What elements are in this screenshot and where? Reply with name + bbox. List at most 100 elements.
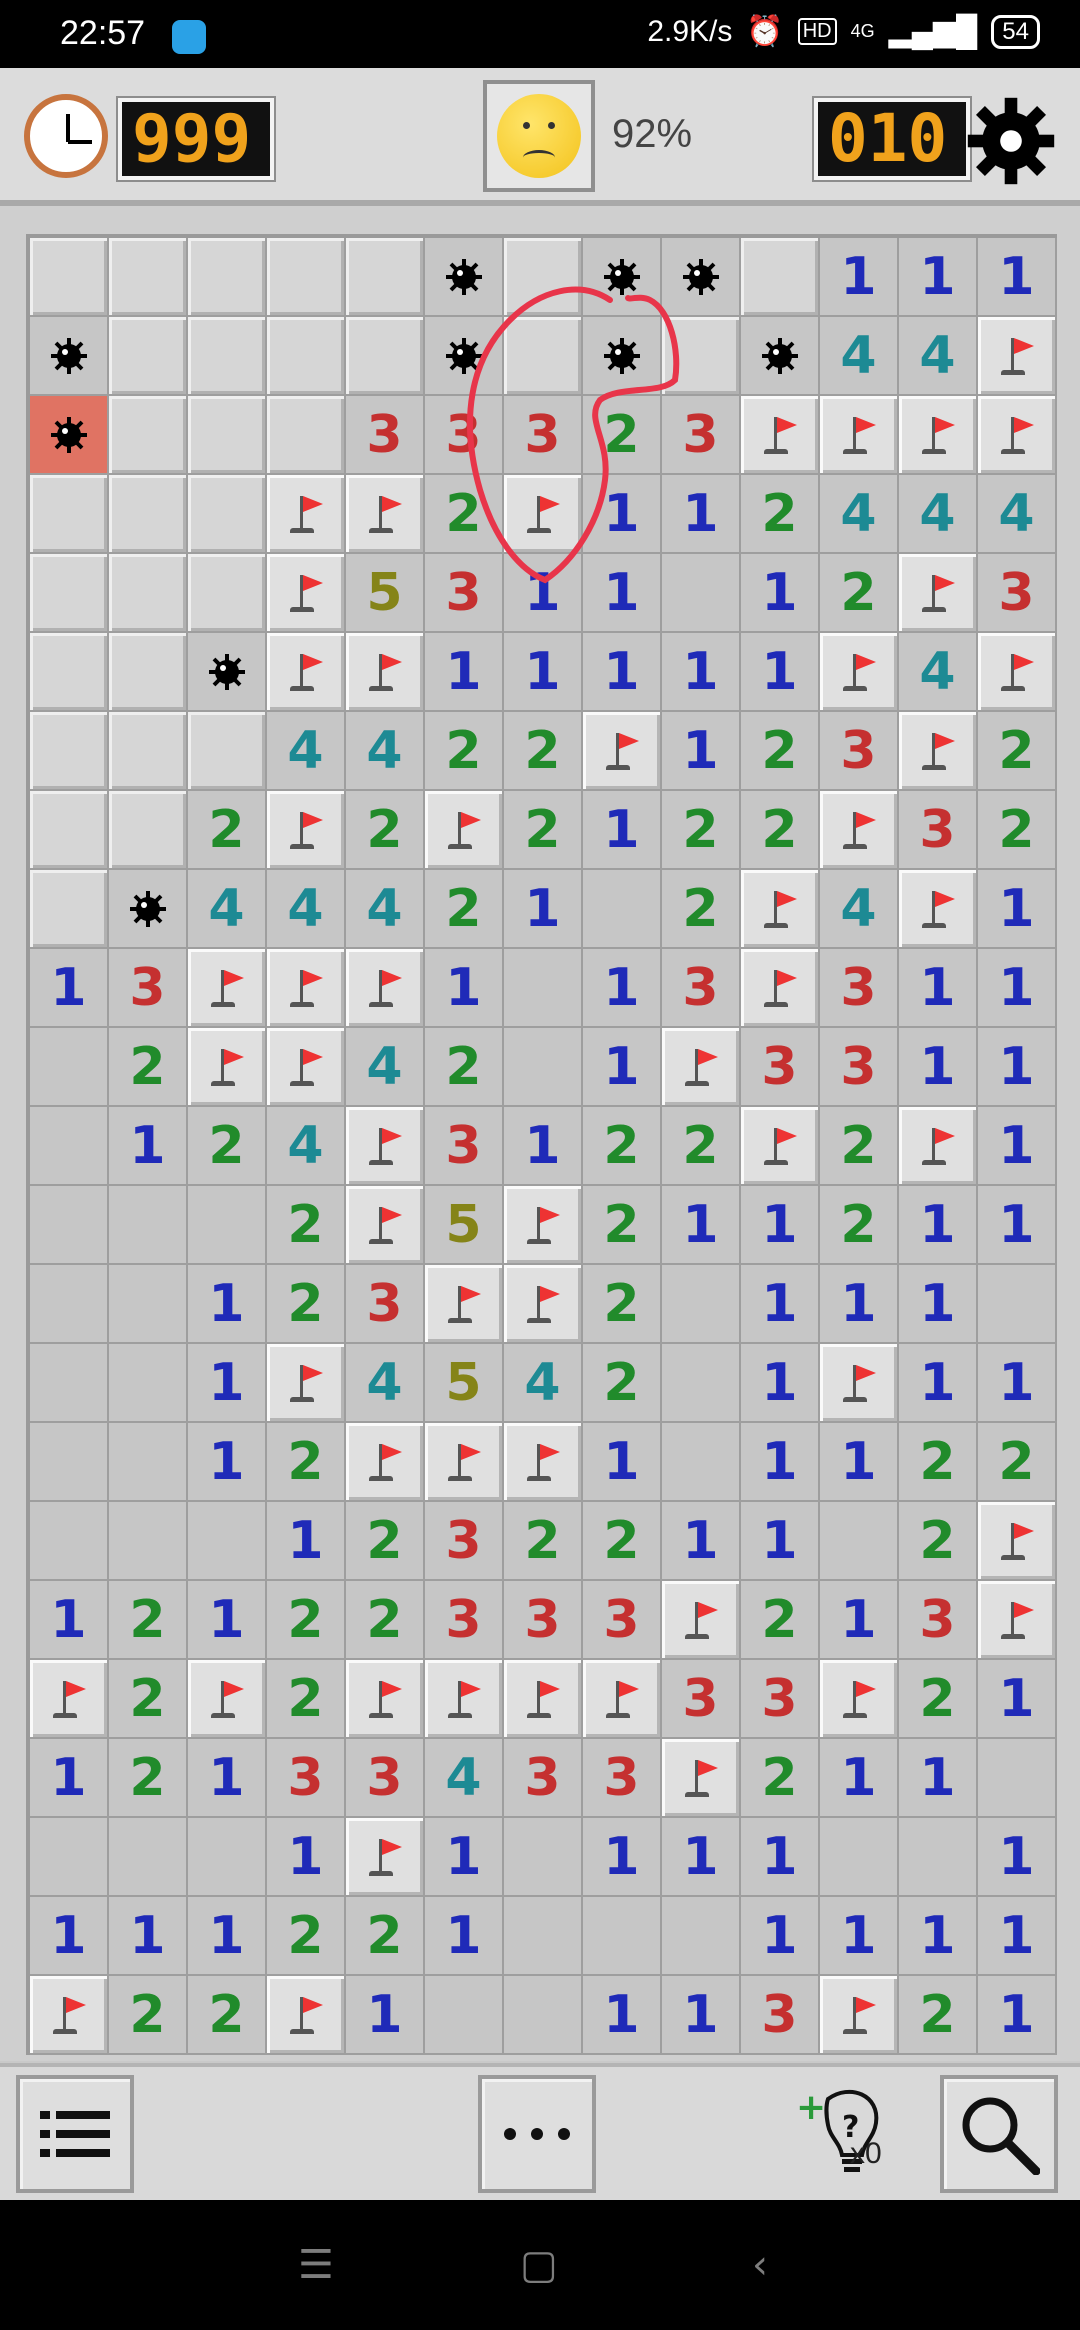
number-cell[interactable]: 2 <box>188 1976 267 2055</box>
mine-cell[interactable] <box>741 317 820 396</box>
number-cell[interactable]: 3 <box>820 712 899 791</box>
number-cell[interactable]: 1 <box>30 949 109 1028</box>
number-cell[interactable]: 1 <box>188 1265 267 1344</box>
number-cell[interactable]: 3 <box>346 1739 425 1818</box>
covered-cell[interactable] <box>30 870 109 949</box>
flagged-cell[interactable] <box>820 1344 899 1423</box>
number-cell[interactable]: 1 <box>188 1344 267 1423</box>
flagged-cell[interactable] <box>504 1423 583 1502</box>
number-cell[interactable]: 4 <box>267 712 346 791</box>
number-cell[interactable]: 2 <box>504 791 583 870</box>
empty-cell[interactable] <box>30 1344 109 1423</box>
number-cell[interactable]: 1 <box>30 1739 109 1818</box>
flagged-cell[interactable] <box>267 949 346 1028</box>
number-cell[interactable]: 2 <box>188 791 267 870</box>
number-cell[interactable]: 3 <box>346 396 425 475</box>
mine-cell[interactable] <box>30 317 109 396</box>
number-cell[interactable]: 3 <box>662 1660 741 1739</box>
flagged-cell[interactable] <box>741 870 820 949</box>
number-cell[interactable]: 1 <box>662 1502 741 1581</box>
number-cell[interactable]: 3 <box>425 1581 504 1660</box>
number-cell[interactable]: 1 <box>899 1739 978 1818</box>
empty-cell[interactable] <box>188 1186 267 1265</box>
number-cell[interactable]: 2 <box>583 1502 662 1581</box>
covered-cell[interactable] <box>188 712 267 791</box>
flagged-cell[interactable] <box>899 396 978 475</box>
number-cell[interactable]: 2 <box>267 1660 346 1739</box>
flagged-cell[interactable] <box>346 633 425 712</box>
number-cell[interactable]: 3 <box>425 554 504 633</box>
flagged-cell[interactable] <box>820 1660 899 1739</box>
number-cell[interactable]: 3 <box>741 1660 820 1739</box>
number-cell[interactable]: 1 <box>583 633 662 712</box>
number-cell[interactable]: 1 <box>504 870 583 949</box>
number-cell[interactable]: 1 <box>899 1344 978 1423</box>
empty-cell[interactable] <box>583 870 662 949</box>
nav-home-button[interactable]: ▢ <box>520 2242 558 2288</box>
number-cell[interactable]: 3 <box>504 396 583 475</box>
flagged-cell[interactable] <box>504 1265 583 1344</box>
number-cell[interactable]: 3 <box>425 1107 504 1186</box>
number-cell[interactable]: 2 <box>267 1423 346 1502</box>
covered-cell[interactable] <box>109 317 188 396</box>
number-cell[interactable]: 1 <box>425 1818 504 1897</box>
number-cell[interactable]: 2 <box>978 1423 1057 1502</box>
number-cell[interactable]: 1 <box>425 1897 504 1976</box>
flagged-cell[interactable] <box>662 1581 741 1660</box>
empty-cell[interactable] <box>583 1897 662 1976</box>
number-cell[interactable]: 4 <box>346 1344 425 1423</box>
flagged-cell[interactable] <box>899 870 978 949</box>
number-cell[interactable]: 1 <box>109 1107 188 1186</box>
number-cell[interactable]: 2 <box>741 475 820 554</box>
flagged-cell[interactable] <box>346 475 425 554</box>
empty-cell[interactable] <box>109 1502 188 1581</box>
number-cell[interactable]: 2 <box>583 396 662 475</box>
number-cell[interactable]: 1 <box>662 1818 741 1897</box>
flagged-cell[interactable] <box>504 475 583 554</box>
flagged-cell[interactable] <box>820 791 899 870</box>
empty-cell[interactable] <box>662 1423 741 1502</box>
number-cell[interactable]: 1 <box>820 1423 899 1502</box>
number-cell[interactable]: 1 <box>741 1344 820 1423</box>
covered-cell[interactable] <box>346 238 425 317</box>
number-cell[interactable]: 1 <box>741 1265 820 1344</box>
number-cell[interactable]: 4 <box>267 1107 346 1186</box>
number-cell[interactable]: 4 <box>820 475 899 554</box>
covered-cell[interactable] <box>267 238 346 317</box>
number-cell[interactable]: 3 <box>267 1739 346 1818</box>
mine-cell[interactable] <box>188 633 267 712</box>
number-cell[interactable]: 1 <box>741 1818 820 1897</box>
flagged-cell[interactable] <box>662 1028 741 1107</box>
empty-cell[interactable] <box>30 1502 109 1581</box>
number-cell[interactable]: 1 <box>346 1976 425 2055</box>
number-cell[interactable]: 1 <box>978 1976 1057 2055</box>
number-cell[interactable]: 3 <box>899 1581 978 1660</box>
covered-cell[interactable] <box>504 238 583 317</box>
covered-cell[interactable] <box>30 238 109 317</box>
empty-cell[interactable] <box>30 1028 109 1107</box>
number-cell[interactable]: 5 <box>425 1186 504 1265</box>
number-cell[interactable]: 1 <box>978 1818 1057 1897</box>
number-cell[interactable]: 3 <box>741 1028 820 1107</box>
number-cell[interactable]: 3 <box>504 1581 583 1660</box>
restart-face-button[interactable] <box>483 80 595 192</box>
number-cell[interactable]: 1 <box>662 1186 741 1265</box>
number-cell[interactable]: 1 <box>583 1028 662 1107</box>
empty-cell[interactable] <box>820 1502 899 1581</box>
empty-cell[interactable] <box>662 1344 741 1423</box>
number-cell[interactable]: 3 <box>978 554 1057 633</box>
number-cell[interactable]: 1 <box>30 1581 109 1660</box>
flagged-cell[interactable] <box>30 1660 109 1739</box>
covered-cell[interactable] <box>109 238 188 317</box>
covered-cell[interactable] <box>109 554 188 633</box>
covered-cell[interactable] <box>267 396 346 475</box>
number-cell[interactable]: 4 <box>188 870 267 949</box>
number-cell[interactable]: 2 <box>583 1107 662 1186</box>
empty-cell[interactable] <box>109 1344 188 1423</box>
flagged-cell[interactable] <box>583 1660 662 1739</box>
number-cell[interactable]: 1 <box>583 791 662 870</box>
covered-cell[interactable] <box>30 633 109 712</box>
flagged-cell[interactable] <box>820 633 899 712</box>
number-cell[interactable]: 1 <box>267 1502 346 1581</box>
covered-cell[interactable] <box>30 475 109 554</box>
